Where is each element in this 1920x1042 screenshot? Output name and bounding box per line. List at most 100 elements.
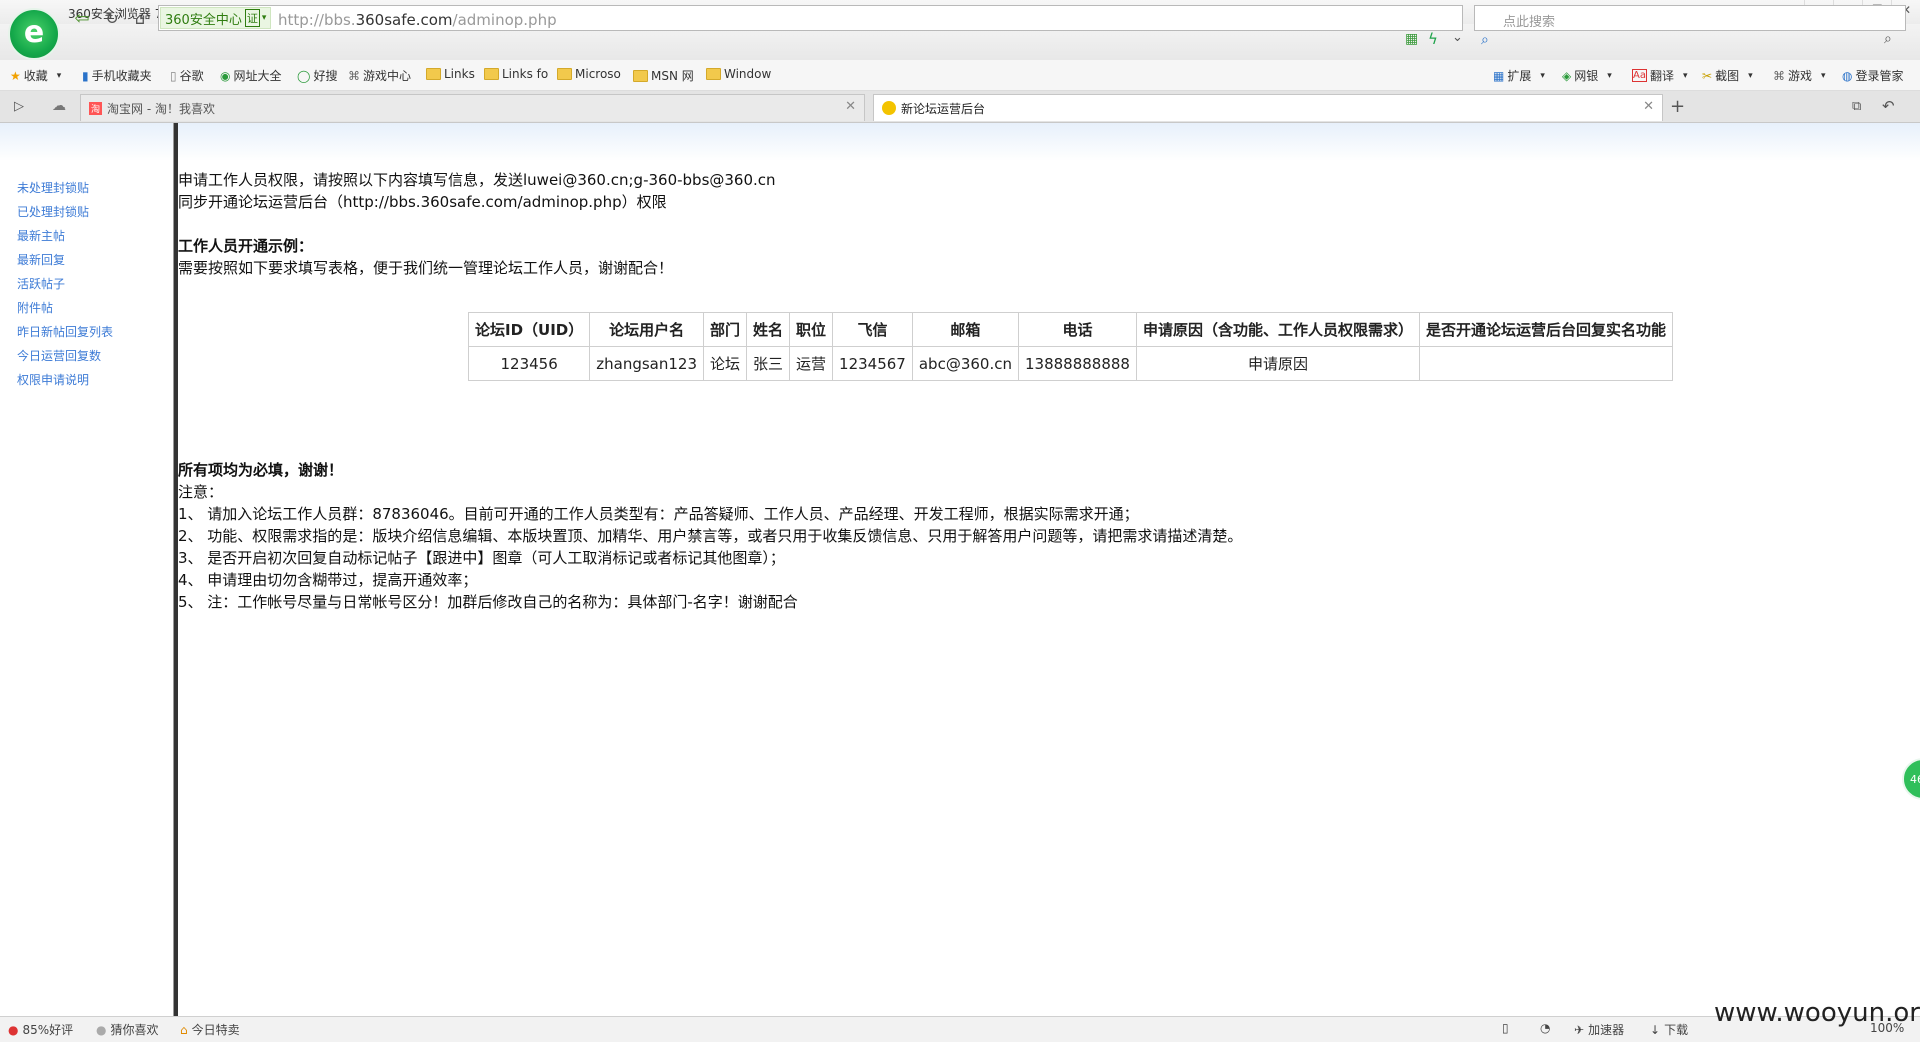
bookmark-haosou[interactable]: ◯ 好搜 [297,67,337,84]
chevron-down-icon: ▾ [56,70,62,81]
note-item: 3、 是否开启初次回复自动标记帖子【跟进中】图章（可人工取消标记或者标记其他图章… [178,549,785,567]
col-phone: 电话 [1017,312,1137,347]
lightning-icon[interactable]: ϟ [1428,30,1438,48]
user-icon: ◍ [1842,68,1853,83]
bookmark-msn[interactable]: MSN 网 [633,67,694,84]
status-label: 85%好评 [22,1023,74,1037]
watermark: www.wooyun.org [1714,998,1920,1028]
status-label: 今日特卖 [191,1023,240,1037]
toolbar-translate[interactable]: Aa 翻译 ▾ [1632,67,1688,84]
cell-phone: 13888888888 [1017,346,1137,381]
undo-close-icon[interactable]: ↶ [1882,97,1895,115]
cell-position: 运营 [789,346,834,381]
chevron-down-icon[interactable]: ⌄ [1452,30,1463,45]
bookmark-microsoft[interactable]: Microso [557,67,621,81]
refresh-button[interactable]: ↻ [100,6,124,30]
col-email: 邮箱 [911,312,1019,347]
sidebar-item-attachments[interactable]: 附件帖 [17,299,53,316]
tab-admin[interactable]: 新论坛运营后台 ✕ [873,94,1663,121]
speed-icon[interactable]: ◔ [1540,1021,1550,1035]
table-header-row: 论坛ID（UID） 论坛用户名 部门 姓名 职位 飞信 邮箱 电话 申请原因（含… [467,312,1674,347]
intro-line-2: 同步开通论坛运营后台（http://bbs.360safe.com/admino… [178,193,667,211]
home-button[interactable]: ⌂ [128,6,152,30]
sidebar-item-today-count[interactable]: 今日运营回复数 [17,347,101,364]
bookmark-label: Links fo [502,67,549,81]
rocket-icon: ✈ [1574,1022,1585,1037]
close-icon[interactable]: ✕ [1643,99,1654,114]
tab-title: 新论坛运营后台 [901,101,986,116]
col-position: 职位 [789,312,834,347]
floating-badge[interactable]: 46 [1902,758,1920,800]
chevron-down-icon: ▾ [1607,70,1612,81]
cell-name: 张三 [746,346,791,381]
status-accelerator[interactable]: ✈ 加速器 [1574,1021,1624,1038]
tab-list-icon[interactable]: ⧉ [1852,99,1861,114]
heart-icon: ● [8,1022,19,1037]
toolbar-login-manager[interactable]: ◍ 登录管家 [1842,67,1904,84]
cloud-icon[interactable]: ☁ [52,98,66,114]
page-header-band [0,123,1920,161]
bookmark-label: Microso [575,67,621,81]
scissors-icon: ✂ [1702,68,1713,83]
bookmark-mobile[interactable]: ▮ 手机收藏夹 [82,67,152,84]
toolbar-label: 登录管家 [1855,69,1904,83]
col-department: 部门 [702,312,748,347]
status-rating[interactable]: ● 85%好评 [8,1021,73,1038]
toolbar-ebank[interactable]: ◈ 网银 ▾ [1562,67,1612,84]
sidebar-toggle-icon[interactable]: ▷ [14,99,24,114]
cell-email: abc@360.cn [911,346,1019,381]
example-desc: 需要按照如下要求填写表格，便于我们统一管理论坛工作人员，谢谢配合！ [178,259,674,277]
chevron-down-icon: ▾ [1682,70,1688,81]
chevron-down-icon: ▾ [261,13,267,23]
cell-username: zhangsan123 [589,346,704,381]
sidebar-item-yesterday-replies[interactable]: 昨日新帖回复列表 [17,323,113,340]
search-icon[interactable]: ⌕ [1884,31,1892,47]
sidebar-item-unprocessed[interactable]: 未处理封锁贴 [17,179,89,196]
status-label: 猜你喜欢 [110,1023,159,1037]
bookmark-label: 游戏中心 [363,69,412,83]
bookmark-game[interactable]: ⌘ 游戏中心 [348,67,411,84]
bookmark-label: MSN 网 [651,69,694,83]
status-label: 下载 [1664,1023,1689,1037]
sidebar-item-processed[interactable]: 已处理封锁贴 [17,203,89,220]
sidebar-item-latest-threads[interactable]: 最新主帖 [17,227,65,244]
search-engine-icon[interactable]: ⌕ [1481,32,1489,48]
new-tab-button[interactable]: + [1670,96,1685,117]
bookmark-label: Window [724,67,772,81]
close-icon[interactable]: ✕ [845,99,856,114]
secure-label: 360安全中心 [165,12,242,28]
bookmark-google[interactable]: ▯ 谷歌 [170,67,204,84]
secure-badge[interactable]: 360安全中心 证 ▾ [160,7,272,29]
qr-code-icon[interactable]: ▦ [1405,31,1418,47]
status-guess[interactable]: ● 猜你喜欢 [96,1021,159,1038]
bookmark-favorites[interactable]: ★ 收藏 ▾ [10,67,61,84]
toolbar-extensions[interactable]: ▦ 扩展 ▾ [1493,67,1545,84]
bookmark-hao[interactable]: ◉ 网址大全 [220,67,282,84]
tab-taobao[interactable]: 淘 淘宝网 - 淘！我喜欢 ✕ [80,94,865,121]
url-text: http://bbs.360safe.com/adminop.php [278,11,557,29]
toolbar-screenshot[interactable]: ✂ 截图 ▾ [1702,67,1753,84]
toolbar-game[interactable]: ⌘ 游戏 ▾ [1773,67,1826,84]
bookmark-windows[interactable]: Window [706,67,771,81]
status-deal[interactable]: ⌂ 今日特卖 [180,1021,240,1038]
example-table: 论坛ID（UID） 论坛用户名 部门 姓名 职位 飞信 邮箱 电话 申请原因（含… [467,312,1674,381]
sidebar-item-active-threads[interactable]: 活跃帖子 [17,275,65,292]
bookmark-links-fo[interactable]: Links fo [484,67,548,81]
sidebar-item-permission-guide[interactable]: 权限申请说明 [17,371,89,388]
browser-logo-icon[interactable]: e [8,8,60,60]
chevron-down-icon: ▾ [1821,70,1826,81]
translate-icon: Aa [1632,69,1647,82]
phone-icon[interactable]: ▯ [1502,1021,1509,1035]
toolbar-label: 扩展 [1507,69,1532,83]
bookmark-links[interactable]: Links [426,67,475,81]
admin-sidebar: 未处理封锁贴 已处理封锁贴 最新主帖 最新回复 活跃帖子 附件帖 昨日新帖回复列… [0,161,172,1016]
shield-icon: ◈ [1562,68,1572,83]
sidebar-item-latest-replies[interactable]: 最新回复 [17,251,65,268]
status-label: 加速器 [1588,1023,1625,1037]
back-button[interactable]: ⇦ [70,6,94,30]
col-reason: 申请原因（含功能、工作人员权限需求） [1135,312,1420,347]
download-icon: ↓ [1650,1022,1661,1037]
floating-badge-label: 46 [1910,772,1920,786]
status-download[interactable]: ↓ 下载 [1650,1021,1688,1038]
folder-icon [557,68,572,80]
